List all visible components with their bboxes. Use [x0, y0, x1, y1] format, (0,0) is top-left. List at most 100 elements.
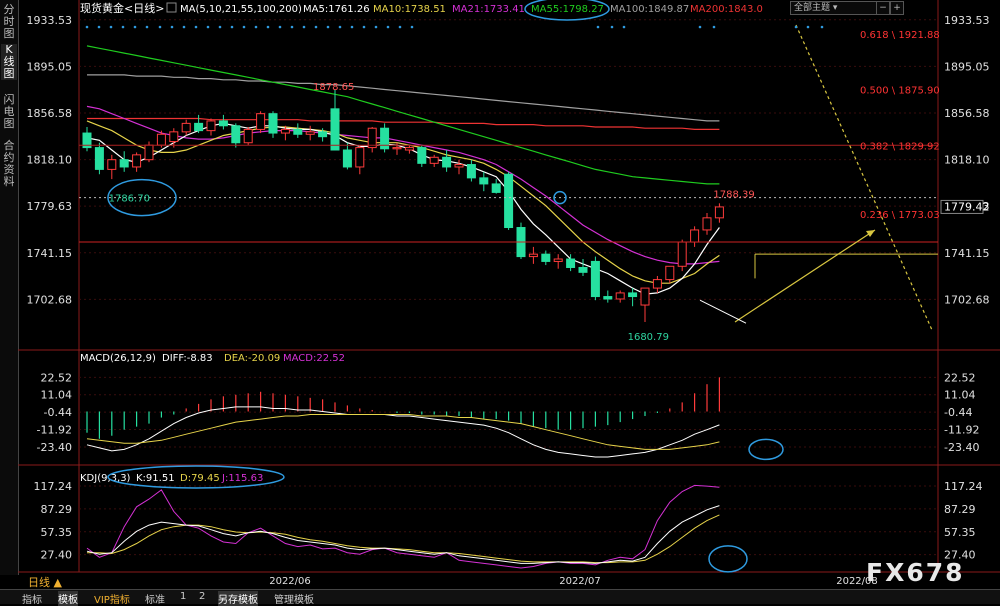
price-tick-left: 1895.05: [27, 60, 73, 73]
candle-body: [628, 292, 638, 298]
candle-body: [702, 217, 712, 231]
candle-body: [665, 265, 675, 281]
bottom-tab-1[interactable]: 1: [180, 591, 186, 602]
candle-body: [714, 206, 724, 219]
level-annotation: 1786.70: [109, 194, 150, 205]
candle-body: [404, 147, 414, 151]
fib-label: 0.382 \ 1829.92: [860, 141, 940, 152]
candle-body: [541, 253, 551, 262]
candle-body: [590, 260, 600, 298]
low-annotation: 1680.79: [628, 332, 669, 343]
macd-tick-right: 11.04: [944, 389, 976, 402]
signal-dot: [622, 25, 626, 29]
ma5-line: [86, 122, 720, 295]
signal-dot: [820, 25, 824, 29]
fib-label: 0.500 \ 1875.90: [860, 86, 940, 97]
candle-body: [218, 120, 228, 127]
arrow-line: [734, 229, 876, 323]
ma-toggle-icon: [166, 2, 177, 13]
macd-tick-left: -0.44: [44, 406, 72, 419]
x-tick-label: 2022/07: [559, 576, 601, 587]
kdj-d-line: [87, 514, 720, 564]
candle-body: [528, 253, 538, 258]
recent-high-annotation: 1788.39: [713, 190, 754, 201]
candle-body: [330, 108, 340, 151]
macd-value-label: MACD:22.52: [283, 353, 345, 364]
chart-canvas: 1933.53 1933.53 1895.05 1895.05 1856.58 1856.…: [18, 0, 1000, 587]
kdj-j-line: [86, 484, 720, 569]
ma-value-4: MA100:1849.87: [610, 4, 689, 15]
signal-dot: [182, 25, 186, 29]
signal-dot: [794, 25, 798, 29]
current-price-label: 1779.42: [944, 200, 990, 213]
candle-body: [318, 131, 328, 138]
kdj-cross-ellipse: [708, 545, 748, 573]
macd-diff-label: DIFF:-8.83: [162, 353, 213, 364]
price-tick-left: 1702.68: [27, 293, 73, 306]
bottom-tab-2[interactable]: 2: [199, 591, 205, 602]
signal-dot: [109, 25, 113, 29]
macd-header: MACD(26,12,9): [80, 353, 156, 364]
macd-tick-right: 22.52: [944, 371, 976, 384]
signal-dot: [230, 25, 234, 29]
bottom-tab-manage-template[interactable]: 管理模板: [274, 591, 314, 606]
macd-tick-left: -23.40: [37, 441, 72, 454]
bottom-tab-template[interactable]: 模板: [58, 591, 78, 606]
price-tick-right: 1702.68: [944, 293, 990, 306]
kdj-panel: [86, 484, 748, 573]
candle-body: [367, 127, 377, 149]
ma-header: MA(5,10,21,55,100,200): [180, 4, 302, 15]
chart-text: 1933.53 1933.53 1895.05 1895.05 1856.58 1856.…: [27, 0, 990, 587]
signal-dot: [410, 25, 414, 29]
signal-dot: [133, 25, 137, 29]
kdj-k-label: K:91.51: [136, 473, 175, 484]
main-chart: [79, 24, 938, 331]
candle-body: [504, 173, 514, 229]
ma-value-1: MA10:1738.51: [373, 4, 446, 15]
arrow-head: [866, 229, 875, 237]
fib-label: 0.236 \ 1773.03: [860, 210, 940, 221]
candle-body: [268, 113, 278, 134]
candle-body: [156, 133, 166, 146]
trend-line: [795, 24, 933, 331]
candle-body: [194, 122, 204, 132]
signal-dot: [158, 25, 162, 29]
macd-dea-label: DEA:-20.09: [224, 353, 280, 364]
signal-dot: [596, 25, 600, 29]
signal-dot: [302, 25, 306, 29]
candle-body: [578, 266, 588, 273]
bottom-tab-save-template[interactable]: 另存模板: [218, 591, 258, 606]
macd-tick-left: -11.92: [37, 424, 72, 437]
bottom-tab-indicator[interactable]: 指标: [22, 591, 42, 606]
candle-body: [132, 154, 142, 168]
signal-dot: [194, 25, 198, 29]
candle-body: [256, 113, 266, 130]
candle-body: [417, 147, 427, 164]
signal-dot: [242, 25, 246, 29]
timeframe-label[interactable]: 日线 ▲: [28, 574, 62, 590]
signal-dot: [121, 25, 125, 29]
kdj-j-label: J:115.63: [221, 473, 263, 484]
candle-body: [677, 241, 687, 267]
high-annotation: 1878.65: [313, 82, 354, 93]
kdj-header: KDJ(9,3,3): [80, 473, 131, 484]
candle-body: [243, 128, 253, 144]
signal-dot: [254, 25, 258, 29]
candle-body: [454, 164, 464, 168]
candle-body: [94, 147, 104, 170]
signal-dot: [278, 25, 282, 29]
kdj-d-label: D:79.45: [180, 473, 220, 484]
ma-value-3: MA55:1798.27: [531, 4, 604, 15]
price-tick-right: 1856.58: [944, 107, 990, 120]
kdj-tick-right: 57.35: [944, 526, 976, 539]
macd-tick-right: -23.40: [944, 441, 979, 454]
candle-body: [305, 131, 315, 135]
bottom-tab-standard[interactable]: 标准: [145, 591, 165, 606]
bottom-tab-vip[interactable]: VIP指标: [94, 591, 130, 606]
price-tick-left: 1933.53: [27, 14, 73, 27]
signal-dot: [398, 25, 402, 29]
signal-dot: [266, 25, 270, 29]
candle-body: [466, 164, 476, 179]
ma-value-2: MA21:1733.41: [452, 4, 525, 15]
price-tick-left: 1818.10: [27, 154, 73, 167]
